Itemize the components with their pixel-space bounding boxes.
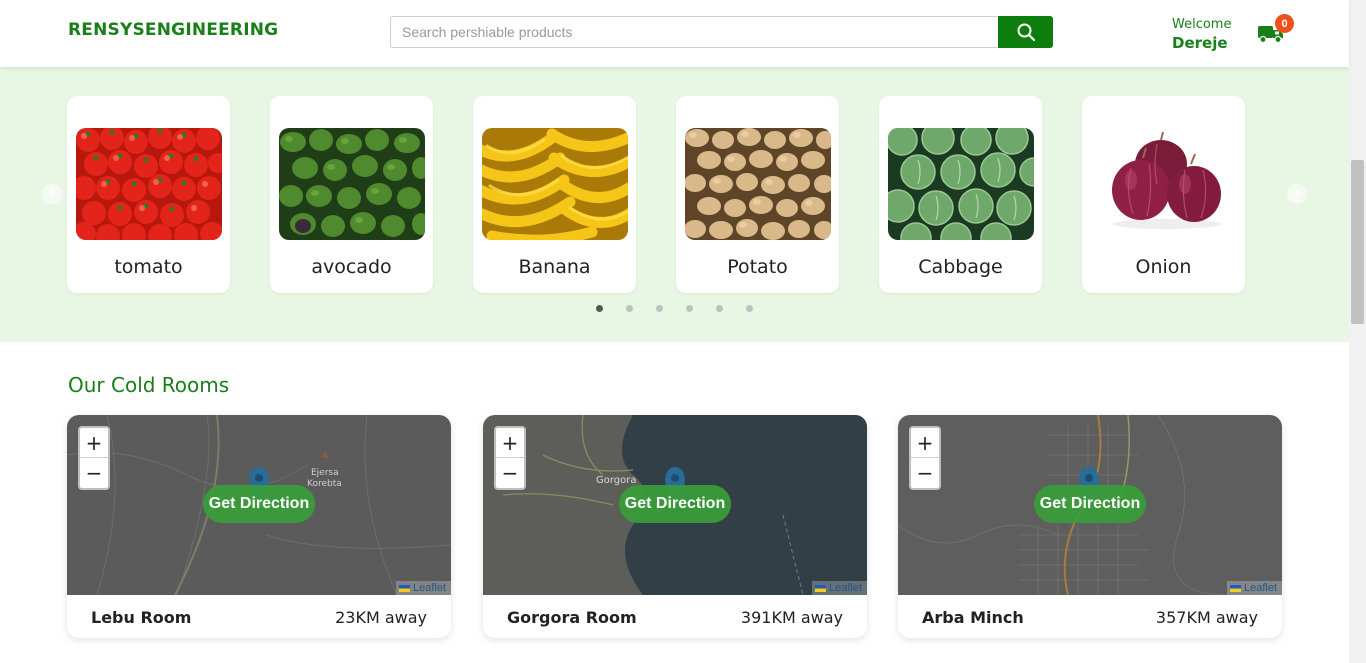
product-card-tomato[interactable]: tomato: [67, 96, 230, 293]
product-name: Cabbage: [918, 256, 1003, 278]
product-card-cabbage[interactable]: Cabbage: [879, 96, 1042, 293]
brand-logo[interactable]: RENSYSENGINEERING: [68, 20, 278, 40]
cold-room-card: + − Get Direction Leaflet Arba Minch 357…: [898, 415, 1282, 638]
user-greeting[interactable]: Welcome Dereje: [1172, 17, 1231, 52]
zoom-in-button[interactable]: +: [911, 428, 939, 458]
tomato-image: [76, 128, 222, 240]
map-attribution[interactable]: Leaflet: [811, 581, 867, 595]
carousel-dot-6[interactable]: [746, 305, 753, 312]
cabbage-image: [888, 128, 1034, 240]
carousel-dots: [596, 305, 753, 312]
carousel-dot-3[interactable]: [656, 305, 663, 312]
search-bar: [390, 16, 1053, 48]
carousel-dot-1[interactable]: [596, 305, 603, 312]
attribution-link[interactable]: Leaflet: [829, 582, 862, 594]
product-card-avocado[interactable]: avocado: [270, 96, 433, 293]
product-name: Onion: [1135, 256, 1192, 278]
cold-room-card: Ejersa Korebta + − Get Direction Leaflet…: [67, 415, 451, 638]
page-scrollbar-thumb[interactable]: [1351, 160, 1364, 324]
search-button[interactable]: [998, 16, 1053, 48]
product-name: Potato: [727, 256, 788, 278]
product-card-onion[interactable]: Onion: [1082, 96, 1245, 293]
room-map[interactable]: + − Get Direction Leaflet: [898, 415, 1282, 595]
map-zoom-control: + −: [494, 426, 526, 490]
zoom-in-button[interactable]: +: [496, 428, 524, 458]
product-name: tomato: [114, 256, 183, 278]
carousel-dot-2[interactable]: [626, 305, 633, 312]
room-name: Arba Minch: [922, 608, 1024, 627]
room-name: Lebu Room: [91, 608, 192, 627]
avocado-image: [279, 128, 425, 240]
map-label: Ejersa: [311, 468, 339, 478]
page-scrollbar-track[interactable]: [1349, 0, 1366, 663]
room-map[interactable]: Gorgora + − Get Direction Leaflet: [483, 415, 867, 595]
get-direction-button[interactable]: Get Direction: [203, 485, 315, 523]
room-distance: 357KM away: [1155, 608, 1258, 627]
chevron-right-icon: [1294, 189, 1301, 199]
chevron-left-icon: [48, 189, 55, 199]
top-header: RENSYSENGINEERING Welcome Dereje 0: [0, 0, 1349, 67]
zoom-out-button[interactable]: −: [911, 458, 939, 488]
ukraine-flag-icon: [398, 584, 410, 592]
ukraine-flag-icon: [1229, 584, 1241, 592]
map-label: Korebta: [307, 479, 342, 489]
search-input[interactable]: [390, 16, 1002, 48]
cold-room-card: Gorgora + − Get Direction Leaflet Gorgor…: [483, 415, 867, 638]
map-attribution[interactable]: Leaflet: [1226, 581, 1282, 595]
product-name: avocado: [311, 256, 392, 278]
room-distance: 391KM away: [740, 608, 843, 627]
carousel-next-button[interactable]: [1287, 184, 1307, 204]
zoom-out-button[interactable]: −: [80, 458, 108, 488]
carousel-prev-button[interactable]: [42, 184, 62, 204]
onion-image: [1091, 128, 1237, 240]
user-name: Dereje: [1172, 34, 1228, 52]
carousel-dot-5[interactable]: [716, 305, 723, 312]
banana-image: [482, 128, 628, 240]
ukraine-flag-icon: [814, 584, 826, 592]
map-zoom-control: + −: [909, 426, 941, 490]
carousel-dot-4[interactable]: [686, 305, 693, 312]
get-direction-button[interactable]: Get Direction: [1034, 485, 1146, 523]
map-attribution[interactable]: Leaflet: [395, 581, 451, 595]
section-title-cold-rooms: Our Cold Rooms: [68, 373, 230, 397]
search-icon: [1017, 23, 1035, 42]
map-zoom-control: + −: [78, 426, 110, 490]
room-map[interactable]: Ejersa Korebta + − Get Direction Leaflet: [67, 415, 451, 595]
cart-count-badge: 0: [1275, 14, 1294, 33]
room-distance: 23KM away: [335, 608, 427, 627]
zoom-out-button[interactable]: −: [496, 458, 524, 488]
product-name: Banana: [518, 256, 591, 278]
product-carousel: tomato avocado Banana Potato Cabbage Oni…: [0, 67, 1349, 342]
room-name: Gorgora Room: [507, 608, 637, 627]
attribution-link[interactable]: Leaflet: [1244, 582, 1277, 594]
product-card-potato[interactable]: Potato: [676, 96, 839, 293]
map-label: Gorgora: [596, 475, 637, 486]
get-direction-button[interactable]: Get Direction: [619, 485, 731, 523]
zoom-in-button[interactable]: +: [80, 428, 108, 458]
product-card-banana[interactable]: Banana: [473, 96, 636, 293]
potato-image: [685, 128, 831, 240]
welcome-label: Welcome: [1172, 17, 1232, 32]
attribution-link[interactable]: Leaflet: [413, 582, 446, 594]
